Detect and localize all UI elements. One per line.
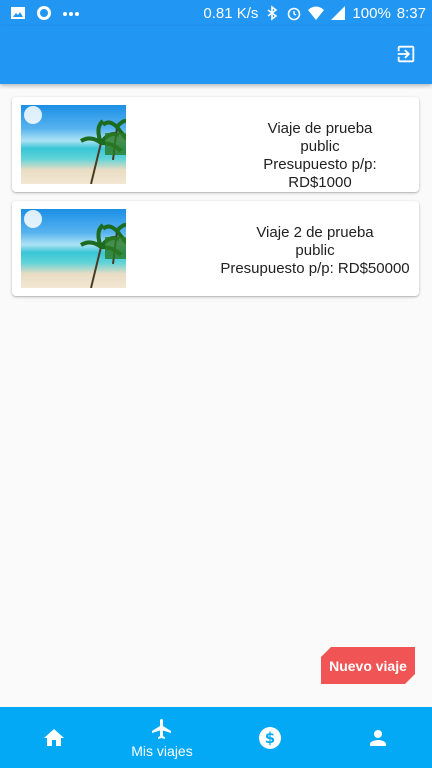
status-right: 0.81 K/s 100% 8:37 [203, 5, 426, 22]
home-icon [44, 728, 64, 746]
clock: 8:37 [396, 4, 426, 22]
airplane-icon [152, 718, 171, 739]
wifi-icon [308, 6, 325, 20]
image-icon [11, 7, 25, 19]
dollar-icon: $ [259, 726, 281, 749]
trip-name: Viaje de prueba [267, 120, 373, 137]
more-dots-icon [63, 12, 79, 16]
bluetooth-icon [267, 5, 278, 21]
status-bar: 0.81 K/s 100% 8:37 [0, 0, 432, 26]
battery-level: 100% [352, 4, 391, 22]
status-left [10, 5, 80, 21]
trip-card[interactable]: Viaje de prueba public Presupuesto p/p: … [12, 97, 419, 192]
trip-budget: Presupuesto p/p: RD$50000 [220, 260, 410, 277]
signal-icon [331, 6, 346, 20]
exit-to-app-icon [397, 45, 415, 63]
nav-item-budget[interactable]: $ [216, 707, 324, 768]
trip-budget: Presupuesto p/p: RD$1000 [263, 156, 377, 191]
network-speed: 0.81 K/s [203, 4, 259, 22]
app-bar [0, 26, 432, 84]
nav-item-home[interactable] [0, 707, 108, 768]
alarm-icon [288, 7, 301, 21]
trip-visibility: public [300, 138, 340, 155]
trip-card[interactable]: Viaje 2 de prueba public Presupuesto p/p… [12, 201, 419, 296]
nav-item-profile[interactable] [324, 707, 432, 768]
trip-name: Viaje 2 de prueba [256, 224, 374, 241]
bottom-nav: Mis viajes $ [0, 707, 432, 768]
trip-visibility: public [295, 242, 335, 259]
new-trip-button[interactable]: Nuevo viaje [321, 647, 415, 684]
nav-item-my-trips[interactable]: Mis viajes [108, 707, 216, 768]
messenger-icon [37, 6, 51, 20]
beach-thumbnail [21, 209, 126, 288]
logout-button[interactable] [392, 40, 420, 68]
trip-info: Viaje 2 de prueba public Presupuesto p/p… [220, 224, 410, 278]
nav-label-my-trips: Mis viajes [131, 742, 193, 759]
trip-info: Viaje de prueba public Presupuesto p/p: … [230, 120, 410, 192]
svg-text:$: $ [265, 729, 275, 747]
beach-thumbnail [21, 105, 126, 184]
person-icon [370, 729, 386, 746]
